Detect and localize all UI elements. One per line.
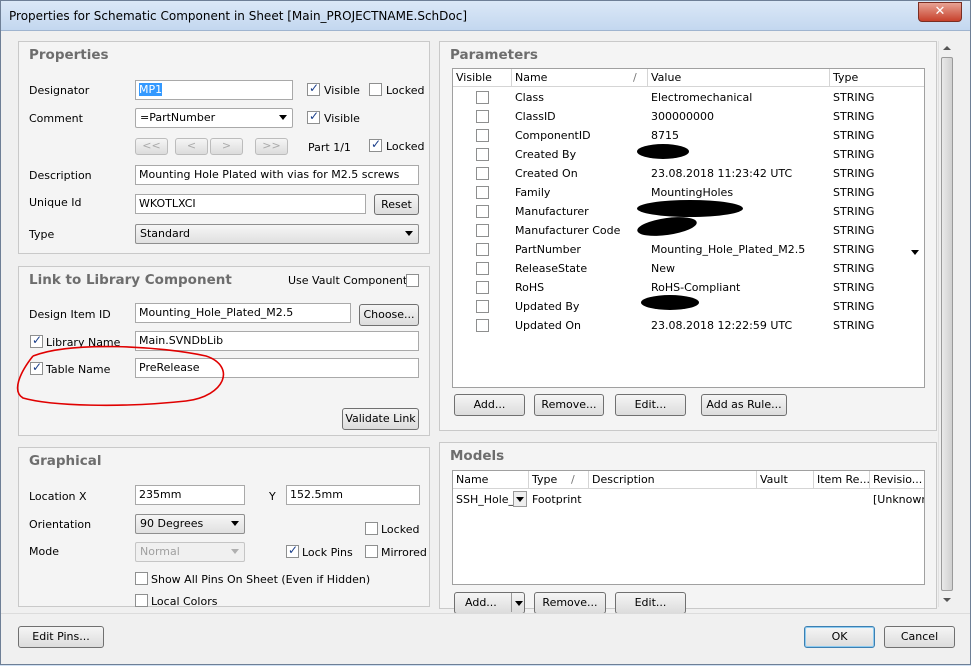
annotation-circle: [16, 345, 225, 407]
properties-dialog: Properties for Schematic Component in Sh…: [0, 0, 971, 665]
